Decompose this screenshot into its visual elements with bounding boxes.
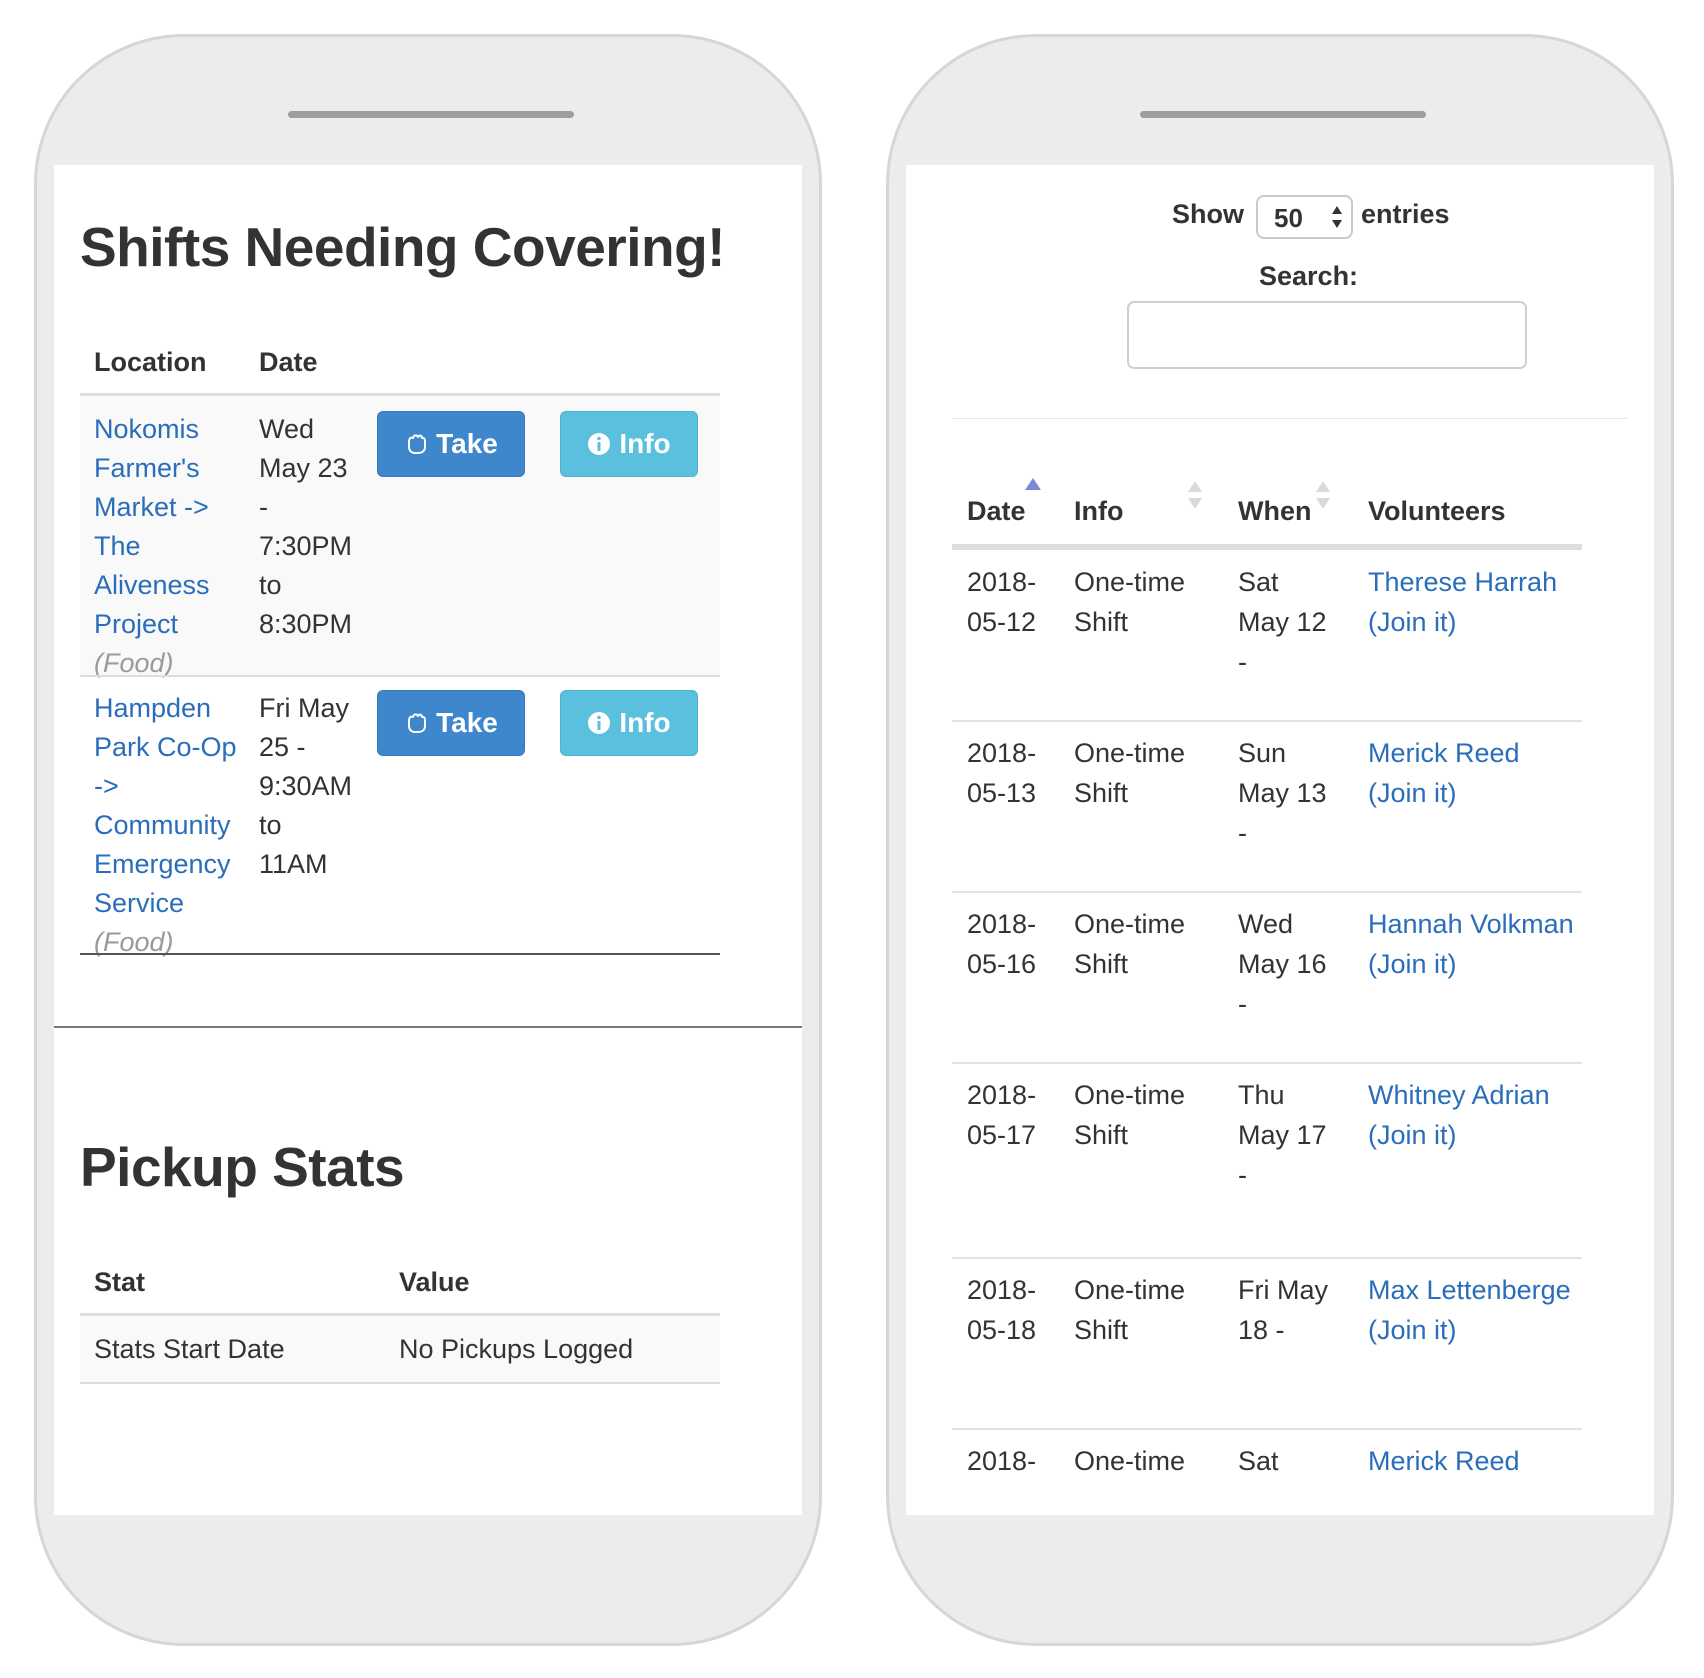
section-divider: [54, 1026, 802, 1028]
date-cell: 2018- 05-18: [967, 1275, 1037, 1345]
hand-icon: [404, 432, 428, 456]
table-header-divider: [952, 544, 1582, 550]
table-bottom-border: [80, 953, 720, 955]
col-header-info[interactable]: Info: [1074, 496, 1123, 527]
location-cell: Hampden Park Co-Op -> Community Emergenc…: [94, 689, 237, 962]
volunteers-cell: Hannah Volkman (Join it): [1368, 904, 1574, 984]
show-label: Show: [1172, 199, 1244, 229]
phone-left: Shifts Needing Covering! Location Date N…: [34, 34, 822, 1646]
entries-label: entries: [1361, 199, 1450, 229]
search-input[interactable]: [1127, 301, 1527, 369]
volunteer-link[interactable]: Therese Harrah: [1368, 562, 1557, 602]
stat-name: Stats Start Date: [94, 1334, 285, 1364]
info-cell: One-time Shift: [1074, 567, 1186, 637]
date-cell: 2018- 05-13: [967, 738, 1037, 808]
row-divider: [952, 1428, 1582, 1430]
when-cell: Wed May 16-: [1238, 909, 1327, 1019]
date-cell: 2018- 05-17: [967, 1080, 1037, 1150]
take-button[interactable]: Take: [377, 690, 525, 756]
join-link[interactable]: (Join it): [1368, 944, 1574, 984]
col-header-date[interactable]: Date: [967, 496, 1026, 527]
speaker-grille: [1140, 111, 1426, 118]
date-cell: 2018- 05-12: [967, 567, 1037, 637]
sort-both-icon: [1315, 480, 1331, 515]
info-cell: One-time Shift: [1074, 909, 1186, 979]
speaker-grille: [288, 111, 574, 118]
info-button[interactable]: Info: [560, 690, 698, 756]
info-button[interactable]: Info: [560, 411, 698, 477]
col-header-when[interactable]: When: [1238, 496, 1312, 527]
select-arrows-icon: [1331, 204, 1343, 237]
join-link[interactable]: (Join it): [1368, 1310, 1571, 1350]
join-link[interactable]: (Join it): [1368, 602, 1557, 642]
when-cell: Sat May 12-: [1238, 567, 1327, 677]
info-cell: One-time: [1074, 1446, 1186, 1476]
col-header-location: Location: [94, 347, 207, 377]
volunteers-cell: Whitney Adrian (Join it): [1368, 1075, 1550, 1155]
when-cell: Fri May 18 -: [1238, 1275, 1328, 1345]
volunteer-link[interactable]: Whitney Adrian: [1368, 1075, 1550, 1115]
join-link[interactable]: (Join it): [1368, 1115, 1550, 1155]
location-link[interactable]: Nokomis Farmer's Market -> The Aliveness…: [94, 410, 210, 644]
category-label: (Food): [94, 648, 174, 678]
entries-select[interactable]: 50: [1256, 195, 1353, 239]
volunteers-cell: Max Lettenberge (Join it): [1368, 1270, 1571, 1350]
row-divider: [952, 891, 1582, 893]
info-button-label: Info: [619, 428, 671, 459]
volunteer-link[interactable]: Hannah Volkman: [1368, 904, 1574, 944]
phone-right: Show 50 entries Search: Date Info When V…: [886, 34, 1674, 1646]
screen-right: Show 50 entries Search: Date Info When V…: [906, 165, 1654, 1515]
entries-select-value: 50: [1274, 203, 1303, 233]
info-button-label: Info: [619, 707, 671, 738]
take-button-label: Take: [436, 707, 498, 738]
divider: [952, 418, 1628, 419]
category-label: (Food): [94, 927, 174, 957]
stat-value: No Pickups Logged: [399, 1334, 634, 1364]
volunteer-link[interactable]: Merick Reed: [1368, 733, 1520, 773]
row-divider: [80, 1382, 720, 1384]
volunteers-cell: Therese Harrah (Join it): [1368, 562, 1557, 642]
col-header-value: Value: [399, 1267, 470, 1297]
sort-both-icon: [1187, 480, 1203, 515]
take-button-label: Take: [436, 428, 498, 459]
pickup-stats-title: Pickup Stats: [80, 1136, 405, 1198]
screen-left: Shifts Needing Covering! Location Date N…: [54, 165, 802, 1515]
when-cell: Thu May 17-: [1238, 1080, 1327, 1190]
date-cell: 2018-: [967, 1446, 1037, 1476]
hand-icon: [404, 711, 428, 735]
row-divider: [80, 675, 720, 677]
info-cell: One-time Shift: [1074, 1080, 1186, 1150]
date-cell: Wed May 23 - 7:30PM to 8:30PM: [259, 414, 353, 639]
col-header-volunteers: Volunteers: [1368, 496, 1506, 526]
row-divider: [952, 720, 1582, 722]
col-header-stat: Stat: [94, 1267, 146, 1297]
info-cell: One-time Shift: [1074, 1275, 1186, 1345]
search-label: Search:: [1259, 261, 1359, 291]
location-cell: Nokomis Farmer's Market -> The Aliveness…: [94, 410, 210, 683]
date-cell: 2018- 05-16: [967, 909, 1037, 979]
when-cell: Sat: [1238, 1446, 1279, 1476]
col-header-date: Date: [259, 347, 318, 377]
info-cell: One-time Shift: [1074, 738, 1186, 808]
join-link[interactable]: (Join it): [1368, 773, 1520, 813]
row-divider: [952, 1257, 1582, 1259]
volunteer-link[interactable]: Max Lettenberge: [1368, 1270, 1571, 1310]
location-link[interactable]: Hampden Park Co-Op -> Community Emergenc…: [94, 689, 237, 923]
info-circle-icon: [587, 711, 611, 735]
info-circle-icon: [587, 432, 611, 456]
volunteer-link[interactable]: Merick Reed: [1368, 1441, 1520, 1481]
volunteers-cell: Merick Reed: [1368, 1441, 1520, 1481]
sort-asc-icon: [1024, 477, 1042, 496]
date-cell: Fri May 25 - 9:30AM to 11AM: [259, 693, 353, 879]
when-cell: Sun May 13-: [1238, 738, 1327, 848]
take-button[interactable]: Take: [377, 411, 525, 477]
volunteers-cell: Merick Reed (Join it): [1368, 733, 1520, 813]
shifts-title: Shifts Needing Covering!: [80, 216, 726, 278]
row-divider: [952, 1062, 1582, 1064]
